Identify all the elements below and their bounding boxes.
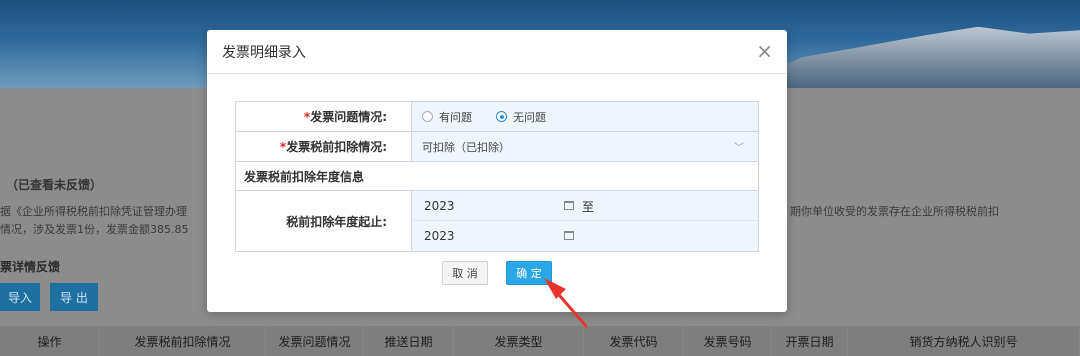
radio-label: 有问题 xyxy=(439,110,472,124)
chevron-down-icon: ﹀ xyxy=(734,143,744,154)
column-header: 开票日期 xyxy=(772,326,848,356)
details-section-title: 票详情反馈 xyxy=(0,260,61,274)
invoice-form-table: *发票问题情况: 有问题 无问题 *发票税前扣除情况: 可扣除（已扣除） ﹀ 发… xyxy=(235,101,759,252)
column-header: 推送日期 xyxy=(364,326,454,356)
dialog-title: 发票明细录入 xyxy=(222,44,306,61)
deduction-status-field: 可扣除（已扣除） ﹀ xyxy=(411,131,759,162)
deduction-status-select[interactable]: 可扣除（已扣除） ﹀ xyxy=(422,139,758,155)
problem-status-field: 有问题 无问题 xyxy=(411,101,759,132)
range-separator: 至 xyxy=(582,200,595,214)
column-header: 操作 xyxy=(0,326,100,356)
export-button[interactable]: 导 出 xyxy=(50,283,98,311)
label-text: 发票税前扣除情况: xyxy=(286,140,387,154)
background-text-line: 情况，涉及发票1份，发票金额385.85 xyxy=(0,223,189,236)
close-icon[interactable]: × xyxy=(756,41,773,61)
year-start-input[interactable]: 2023 至 xyxy=(412,191,758,221)
background-text-line: 据《企业所得税税前扣除凭证管理办理 xyxy=(0,205,187,218)
cancel-button[interactable]: 取 消 xyxy=(442,261,488,285)
column-header: 发票代码 xyxy=(584,326,684,356)
radio-checked-icon xyxy=(496,111,507,122)
column-header: 发票号码 xyxy=(684,326,772,356)
deduction-status-label: *发票税前扣除情况: xyxy=(235,131,412,162)
year-section-title: 发票税前扣除年度信息 xyxy=(235,161,759,191)
year-end-value: 2023 xyxy=(424,229,455,243)
calendar-icon[interactable] xyxy=(564,231,574,240)
column-header: 发票类型 xyxy=(454,326,584,356)
column-header: 发票问题情况 xyxy=(266,326,364,356)
year-range-field: 2023 至 2023 xyxy=(411,190,759,252)
problem-status-label: *发票问题情况: xyxy=(235,101,412,132)
year-start-value: 2023 xyxy=(424,198,455,213)
import-button[interactable]: 导入 xyxy=(0,283,40,311)
calendar-icon[interactable] xyxy=(564,201,574,210)
label-text: 发票问题情况: xyxy=(310,110,387,124)
dialog-header: 发票明细录入 × xyxy=(207,30,787,74)
confirm-button[interactable]: 确 定 xyxy=(506,261,552,285)
year-range-label: 税前扣除年度起止: xyxy=(235,190,412,252)
background-text-line: 期你单位收受的发票存在企业所得税税前扣 xyxy=(790,205,999,218)
year-end-input[interactable]: 2023 xyxy=(412,221,758,251)
radio-no-problem[interactable]: 无问题 xyxy=(496,109,546,125)
invoice-detail-dialog: 发票明细录入 × *发票问题情况: 有问题 无问题 *发票税前扣除情况: 可扣除… xyxy=(207,30,787,312)
radio-unchecked-icon xyxy=(422,111,433,122)
radio-has-problem[interactable]: 有问题 xyxy=(422,109,472,125)
background-section-title: （已查看未反馈） xyxy=(6,178,103,192)
column-header: 发票税前扣除情况 xyxy=(100,326,266,356)
select-value: 可扣除（已扣除） xyxy=(422,140,510,154)
column-header: 销货方纳税人识别号 xyxy=(848,326,1080,356)
radio-label: 无问题 xyxy=(513,110,546,124)
invoice-table-header: 操作 发票税前扣除情况 发票问题情况 推送日期 发票类型 发票代码 发票号码 开… xyxy=(0,326,1080,356)
